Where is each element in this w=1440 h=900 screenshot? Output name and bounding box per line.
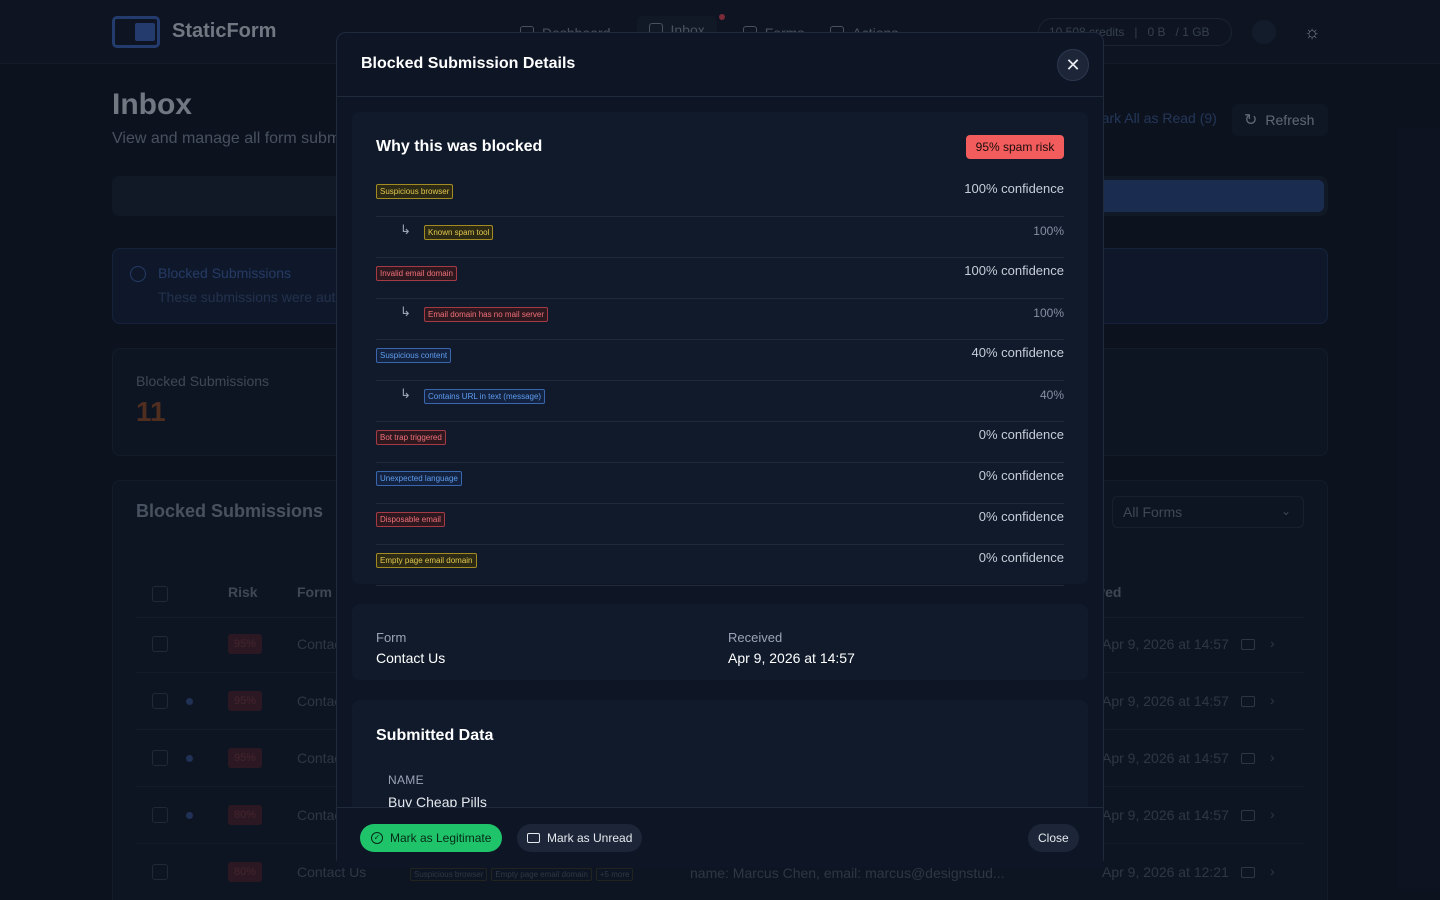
- reason-confidence: 0% confidence: [978, 550, 1064, 565]
- form-value: Contact Us: [376, 650, 446, 666]
- submitted-data-title: Submitted Data: [376, 727, 494, 744]
- mark-legitimate-button[interactable]: ✓ Mark as Legitimate: [360, 824, 503, 852]
- reason-detail-row: ↳ Contains URL in text (message) 40%: [376, 381, 1064, 422]
- mark-legitimate-label: Mark as Legitimate: [390, 831, 492, 845]
- reason-tag: Bot trap triggered: [376, 430, 446, 445]
- reason-tag: Empty page email domain: [376, 553, 477, 568]
- reason-tag: Suspicious content: [376, 348, 452, 363]
- received-value: Apr 9, 2026 at 14:57: [728, 650, 855, 666]
- modal-footer: ✓ Mark as Legitimate Mark as Unread Close: [337, 807, 1103, 868]
- reason-tag: Email domain has no mail server: [424, 307, 549, 322]
- envelope-icon: [527, 833, 540, 843]
- received-label: Received: [728, 630, 783, 645]
- modal-header: Blocked Submission Details ✕: [337, 33, 1103, 97]
- reason-tag: Invalid email domain: [376, 266, 457, 281]
- reason-row: Bot trap triggered 0% confidence: [376, 422, 1064, 463]
- reason-tag: Contains URL in text (message): [424, 389, 546, 404]
- check-circle-icon: ✓: [371, 832, 383, 844]
- modal-title: Blocked Submission Details: [361, 55, 576, 72]
- reason-confidence: 100% confidence: [964, 263, 1064, 278]
- reason-tag: Suspicious browser: [376, 184, 454, 199]
- why-blocked-title: Why this was blocked: [376, 138, 543, 155]
- reason-row: Empty page email domain 0% confidence: [376, 545, 1064, 586]
- reason-row: Unexpected language 0% confidence: [376, 463, 1064, 504]
- reason-confidence: 0% confidence: [978, 427, 1064, 442]
- reason-confidence: 100%: [1033, 224, 1064, 238]
- reason-row: Disposable email 0% confidence: [376, 504, 1064, 545]
- reason-row: Suspicious content 40% confidence: [376, 340, 1064, 381]
- reason-confidence: 0% confidence: [978, 509, 1064, 524]
- reason-confidence: 100% confidence: [964, 181, 1064, 196]
- mark-unread-label: Mark as Unread: [547, 831, 633, 845]
- sub-arrow-icon: ↳: [400, 304, 411, 319]
- reason-confidence: 100%: [1033, 306, 1064, 320]
- spam-risk-badge: 95% spam risk: [966, 135, 1064, 159]
- field-label-name: NAME: [388, 773, 424, 787]
- meta-card: [352, 604, 1088, 680]
- sub-arrow-icon: ↳: [400, 222, 411, 237]
- form-label: Form: [376, 630, 407, 645]
- mark-unread-button[interactable]: Mark as Unread: [517, 824, 643, 852]
- reason-detail-row: ↳ Known spam tool 100%: [376, 217, 1064, 258]
- sub-arrow-icon: ↳: [400, 386, 411, 401]
- reason-tag: Disposable email: [376, 512, 445, 527]
- reason-confidence: 40% confidence: [971, 345, 1064, 360]
- reason-confidence: 0% confidence: [978, 468, 1064, 483]
- reason-tag: Known spam tool: [424, 225, 494, 240]
- reason-tag: Unexpected language: [376, 471, 462, 486]
- reason-confidence: 40%: [1039, 388, 1064, 402]
- reason-row: Invalid email domain 100% confidence: [376, 258, 1064, 299]
- reason-detail-row: ↳ Email domain has no mail server 100%: [376, 299, 1064, 340]
- reason-row: Suspicious browser 100% confidence: [376, 176, 1064, 217]
- close-icon[interactable]: ✕: [1057, 49, 1089, 81]
- close-button[interactable]: Close: [1028, 824, 1079, 852]
